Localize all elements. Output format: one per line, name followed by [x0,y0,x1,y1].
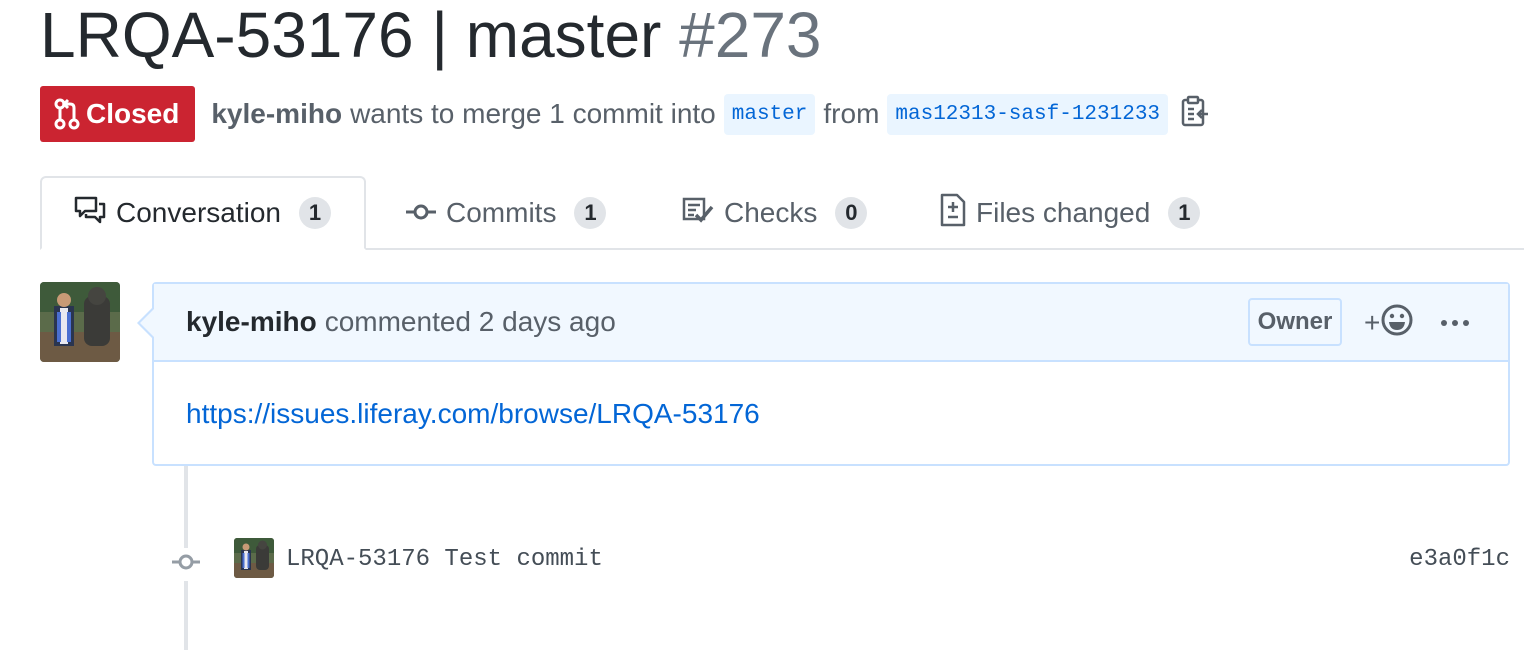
commit-sha-link[interactable]: e3a0f1c [1409,546,1510,573]
merge-summary: kyle-miho wants to merge 1 commit into m… [211,93,1210,135]
tab-conversation[interactable]: Conversation 1 [40,176,366,250]
tab-label: Checks [724,197,818,228]
status-label: Closed [86,98,180,129]
list-item: LRQA-53176 Test commit e3a0f1c [170,538,1510,586]
pr-meta: Closed kyle-miho wants to merge 1 commit… [40,86,1210,142]
comment-author-link[interactable]: kyle-miho [186,306,317,338]
page-title: LRQA-53176 | master #273 [40,0,822,72]
add-reaction-button[interactable]: + [1364,304,1414,342]
from-text: from [823,98,880,129]
smiley-icon [1380,303,1414,344]
pr-number: #273 [679,0,822,71]
issue-link[interactable]: https://issues.liferay.com/browse/LRQA-5… [186,398,760,429]
tab-commits[interactable]: Commits 1 [406,176,607,250]
tab-counter: 0 [835,197,868,229]
comment-discussion-icon [74,196,106,231]
commit-message-link[interactable]: LRQA-53176 Test commit [286,546,603,573]
avatar[interactable] [40,282,120,362]
pr-tabs: Conversation 1 Commits 1 Checks 0 Files … [40,176,1524,250]
clippy-icon [1180,95,1210,134]
comment-timestamp: commented 2 days ago [324,306,616,337]
base-branch[interactable]: master [723,93,816,135]
git-pull-request-icon [54,98,80,130]
pr-author-link[interactable]: kyle-miho [211,98,342,130]
plus-label: + [1364,307,1381,338]
pull-request-page: LRQA-53176 | master #273 Closed kyle-mih… [0,0,1524,650]
merge-text: wants to merge 1 commit into [350,98,716,129]
pr-title: LRQA-53176 | master [40,0,662,71]
git-commit-icon [406,197,436,229]
tab-counter: 1 [1168,197,1201,229]
status-badge: Closed [40,86,196,142]
kebab-horizontal-icon[interactable] [1440,308,1470,345]
tab-checks[interactable]: Checks 0 [682,176,868,250]
head-branch[interactable]: mas12313-sasf-1231233 [887,93,1169,135]
tab-label: Commits [446,197,557,228]
tab-files-changed[interactable]: Files changed 1 [940,176,1201,250]
comment-box: kyle-miho commented 2 days ago Owner + h… [152,282,1510,466]
tab-counter: 1 [298,197,331,229]
tab-label: Files changed [976,197,1151,228]
comment-header: kyle-miho commented 2 days ago Owner + [154,284,1508,362]
copy-branch-button[interactable] [1180,95,1210,134]
comment-pointer-fill [140,309,154,337]
tab-counter: 1 [574,197,607,229]
file-diff-icon [940,193,966,234]
git-commit-icon [170,548,202,581]
checklist-icon [682,197,714,230]
owner-badge: Owner [1248,298,1342,346]
avatar[interactable] [234,538,274,578]
tab-label: Conversation [116,197,281,228]
comment-body: https://issues.liferay.com/browse/LRQA-5… [154,362,1508,466]
